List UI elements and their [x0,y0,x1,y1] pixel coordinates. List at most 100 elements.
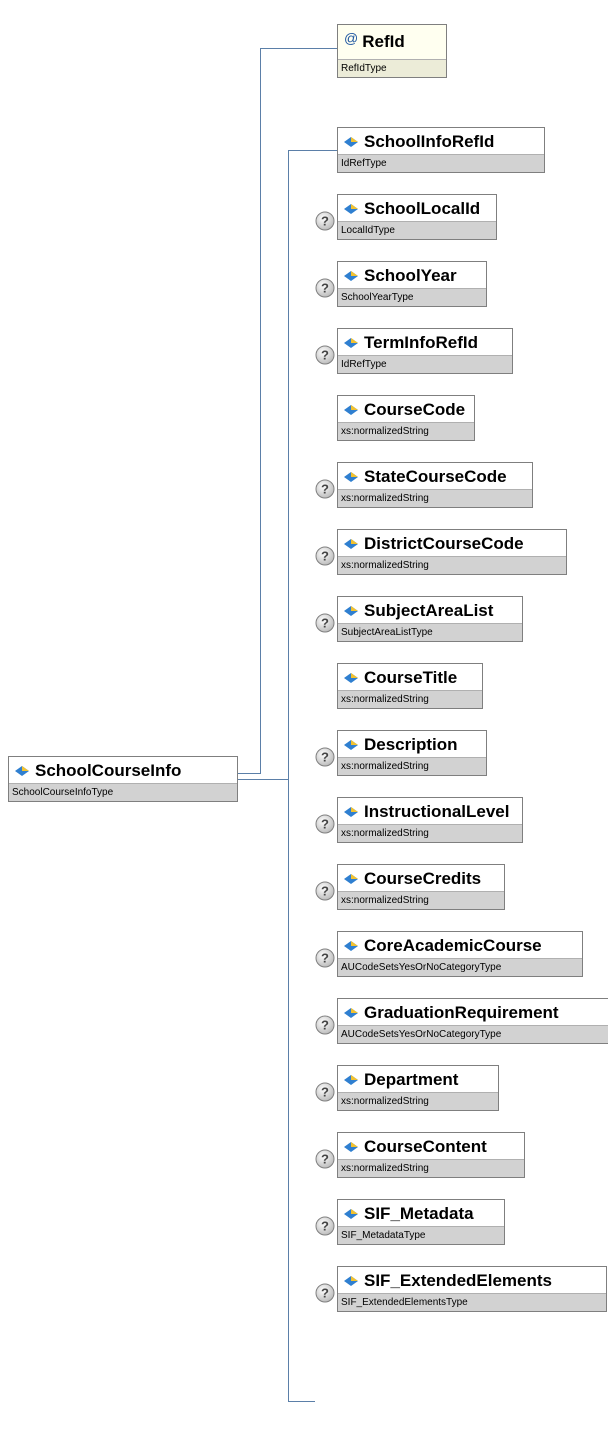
element-name: CourseContent [364,1137,487,1156]
element-diamond-icon [344,673,358,683]
optional-question-icon: ? [315,1015,335,1035]
element-diamond-icon [344,539,358,549]
element-box[interactable]: SchoolInfoRefId IdRefType [337,127,545,173]
element-type: LocalIdType [338,221,496,239]
optional-question-icon: ? [315,1216,335,1236]
element-diamond-icon [344,405,358,415]
optional-question-icon: ? [315,345,335,365]
element-name: Description [364,735,458,754]
svg-text:?: ? [321,1219,329,1234]
svg-text:?: ? [321,884,329,899]
element-diamond-icon [344,740,358,750]
svg-text:?: ? [321,616,329,631]
element-name: SubjectAreaList [364,601,494,620]
element-box[interactable]: CourseContent xs:normalizedString [337,1132,525,1178]
element-box[interactable]: StateCourseCode xs:normalizedString [337,462,533,508]
svg-text:?: ? [321,750,329,765]
root-to-attribute-line [238,773,260,774]
element-type: xs:normalizedString [338,824,522,842]
svg-text:?: ? [321,482,329,497]
svg-text:?: ? [321,1152,329,1167]
element-name: SIF_ExtendedElements [364,1271,553,1290]
element-diamond-icon [344,472,358,482]
element-type: xs:normalizedString [338,757,486,775]
root-element-box[interactable]: SchoolCourseInfo SchoolCourseInfoType [8,756,238,802]
attribute-name: RefId [362,32,405,51]
optional-question-icon: ? [315,479,335,499]
element-name: CourseTitle [364,668,458,687]
element-type: AUCodeSetsYesOrNoCategoryType [338,1025,608,1043]
root-element-name: SchoolCourseInfo [35,761,182,780]
element-box[interactable]: CourseCode xs:normalizedString [337,395,475,441]
attribute-trunk-line [260,48,261,774]
optional-question-icon: ? [315,613,335,633]
element-diamond-icon [344,807,358,817]
element-name: CourseCredits [364,869,482,888]
element-type: xs:normalizedString [338,690,482,708]
element-name: GraduationRequirement [364,1003,559,1022]
element-name: SchoolYear [364,266,457,285]
element-diamond-icon [344,271,358,281]
element-box[interactable]: SubjectAreaList SubjectAreaListType [337,596,523,642]
svg-text:?: ? [321,348,329,363]
element-box[interactable]: SchoolYear SchoolYearType [337,261,487,307]
element-box[interactable]: CoreAcademicCourse AUCodeSetsYesOrNoCateg… [337,931,583,977]
element-name: TermInfoRefId [364,333,478,352]
svg-text:?: ? [321,214,329,229]
element-diamond-icon [15,766,29,776]
svg-text:?: ? [321,1286,329,1301]
svg-text:?: ? [321,951,329,966]
optional-question-icon: ? [315,948,335,968]
element-diamond-icon [344,1075,358,1085]
optional-question-icon: ? [315,278,335,298]
optional-question-icon: ? [315,1283,335,1303]
root-element-type: SchoolCourseInfoType [9,783,237,801]
optional-question-icon: ? [315,1149,335,1169]
element-name: CourseCode [364,400,466,419]
optional-question-icon: ? [315,747,335,767]
svg-text:?: ? [321,1085,329,1100]
svg-text:?: ? [321,817,329,832]
optional-question-icon: ? [315,881,335,901]
element-box[interactable]: TermInfoRefId IdRefType [337,328,513,374]
attribute-at-icon: @ [344,30,359,46]
svg-text:?: ? [321,281,329,296]
element-box[interactable]: DistrictCourseCode xs:normalizedString [337,529,567,575]
element-box[interactable]: SIF_ExtendedElements SIF_ExtendedElements… [337,1266,607,1312]
element-box[interactable]: CourseTitle xs:normalizedString [337,663,483,709]
element-diamond-icon [344,874,358,884]
element-box[interactable]: SIF_Metadata SIF_MetadataType [337,1199,505,1245]
element-diamond-icon [344,137,358,147]
element-type: IdRefType [338,154,544,172]
root-to-sequence-line [238,779,288,780]
element-type: SIF_MetadataType [338,1226,504,1244]
element-type: SIF_ExtendedElementsType [338,1293,606,1311]
element-diamond-icon [344,1276,358,1286]
element-box[interactable]: Description xs:normalizedString [337,730,487,776]
attribute-box[interactable]: @ RefId RefIdType [337,24,447,78]
element-box[interactable]: GraduationRequirement AUCodeSetsYesOrNoCa… [337,998,608,1044]
element-name: InstructionalLevel [364,802,510,821]
optional-question-icon: ? [315,546,335,566]
element-box[interactable]: Department xs:normalizedString [337,1065,499,1111]
element-diamond-icon [344,606,358,616]
element-name: Department [364,1070,459,1089]
element-box[interactable]: CourseCredits xs:normalizedString [337,864,505,910]
element-name: SchoolInfoRefId [364,132,495,151]
element-box[interactable]: InstructionalLevel xs:normalizedString [337,797,523,843]
element-diamond-icon [344,941,358,951]
element-type: SchoolYearType [338,288,486,306]
element-box[interactable]: SchoolLocalId LocalIdType [337,194,497,240]
element-diamond-icon [344,1008,358,1018]
schema-diagram: SchoolCourseInfo SchoolCourseInfoType @ … [0,0,608,1434]
element-name: DistrictCourseCode [364,534,524,553]
element-type: xs:normalizedString [338,891,504,909]
attribute-branch-line [260,48,337,49]
element-type: SubjectAreaListType [338,623,522,641]
element-type: xs:normalizedString [338,556,566,574]
element-name: CoreAcademicCourse [364,936,542,955]
svg-text:?: ? [321,549,329,564]
element-diamond-icon [344,1209,358,1219]
element-name: StateCourseCode [364,467,507,486]
optional-question-icon: ? [315,814,335,834]
